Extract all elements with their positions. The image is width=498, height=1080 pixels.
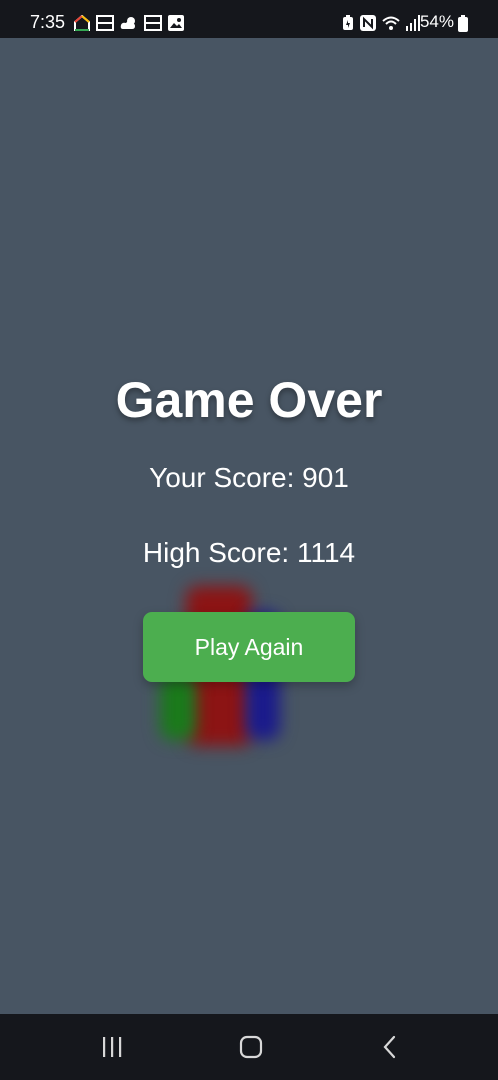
game-area: Game Over Your Score: 901 High Score: 11…: [0, 38, 498, 1014]
recent-apps-icon[interactable]: [96, 1032, 128, 1062]
status-time: 7:35: [30, 12, 66, 32]
fox-news-icon: [144, 15, 162, 31]
battery-saver-icon: [343, 15, 353, 30]
battery-icon: [458, 15, 468, 32]
battery-percentage: 54%: [419, 12, 454, 31]
your-score: Your Score: 901: [149, 462, 349, 493]
system-icons: [342, 14, 420, 32]
signal-icon: [406, 15, 420, 31]
weather-icon: [120, 17, 135, 29]
notification-icons: [74, 14, 184, 32]
fox-news-icon: [96, 15, 114, 31]
wifi-icon: [382, 16, 400, 30]
navigation-bar: [0, 1014, 498, 1080]
play-again-button[interactable]: Play Again: [143, 612, 355, 682]
back-icon[interactable]: [374, 1032, 406, 1062]
google-home-icon: [74, 15, 90, 31]
high-score: High Score: 1114: [142, 537, 356, 568]
status-bar: 7:35 54%: [0, 0, 498, 38]
game-over-title: Game Over: [115, 372, 383, 428]
home-icon[interactable]: [235, 1032, 267, 1062]
background-block-green: [160, 674, 196, 740]
nfc-icon: [360, 15, 376, 31]
gallery-icon: [168, 15, 184, 31]
